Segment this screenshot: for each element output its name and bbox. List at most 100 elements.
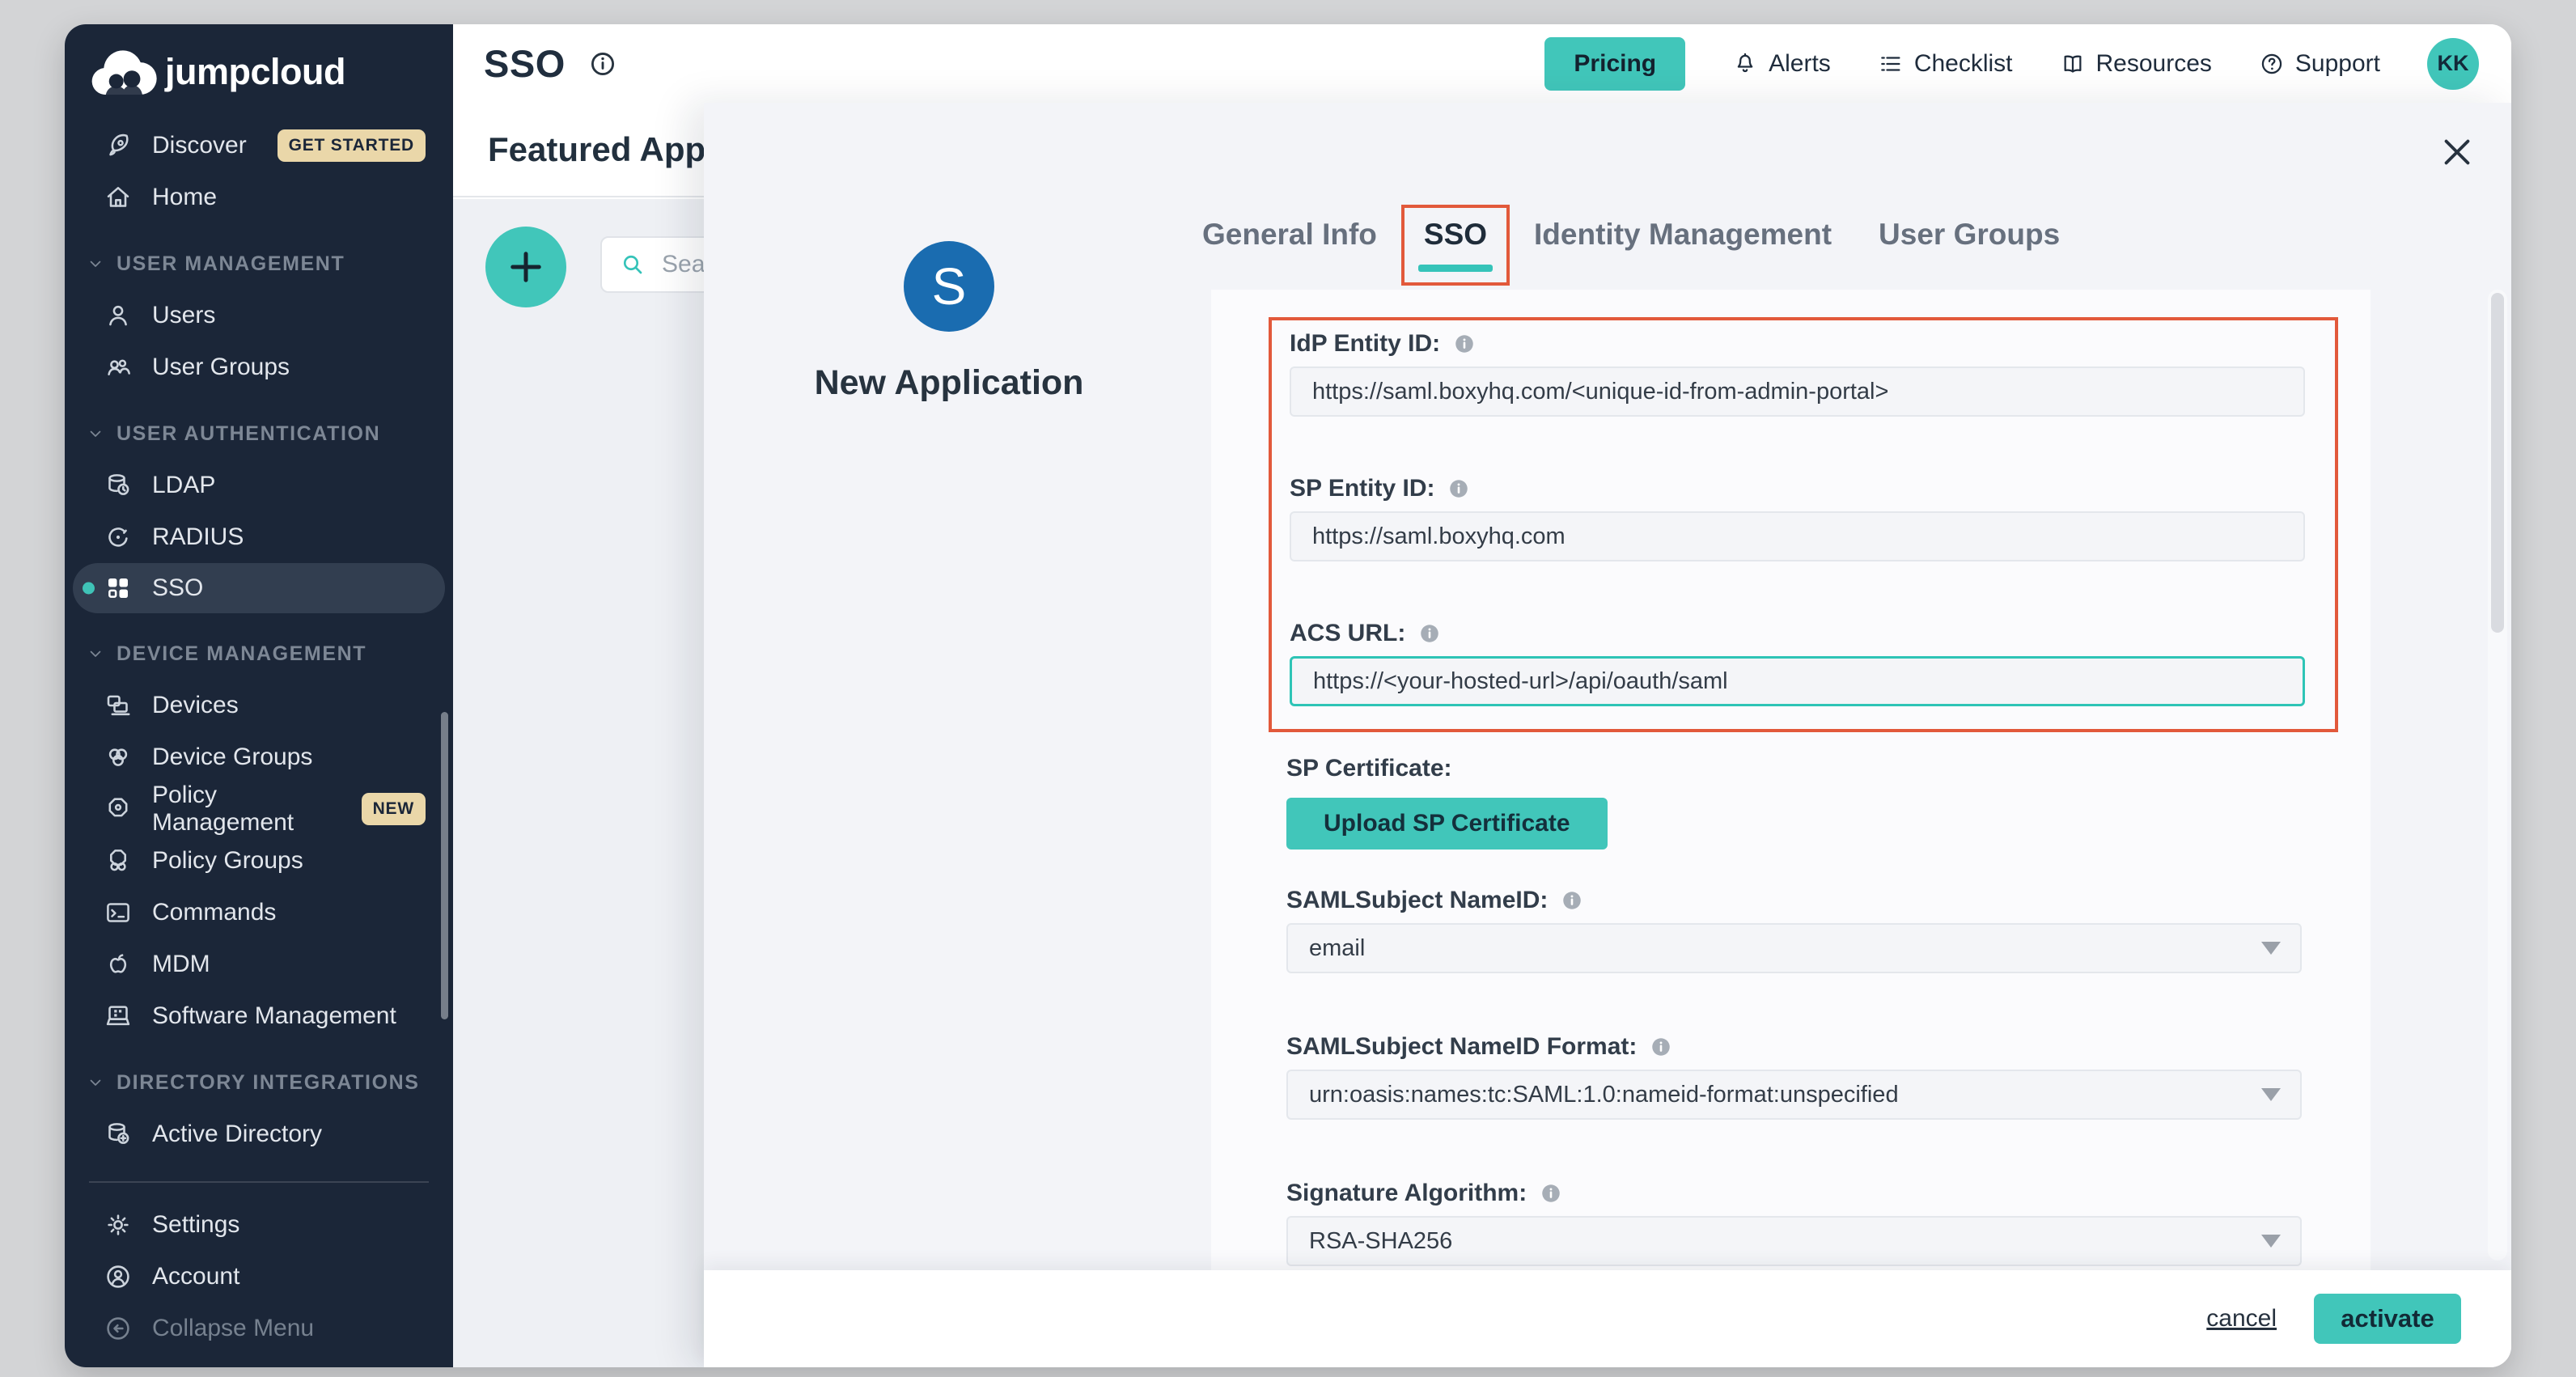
topbar-item-label: Alerts <box>1769 50 1831 78</box>
add-application-button[interactable] <box>485 227 566 307</box>
sidebar-item-label: Users <box>152 302 215 329</box>
policy-groups-icon <box>104 846 133 875</box>
sidebar-section-header-directory-integrations[interactable]: DIRECTORY INTEGRATIONS <box>65 1057 453 1108</box>
sidebar-item-policy-management[interactable]: Policy ManagementNEW <box>65 783 453 835</box>
sidebar-section-header-user-authentication[interactable]: USER AUTHENTICATION <box>65 408 453 460</box>
bell-icon <box>1732 51 1758 77</box>
logo[interactable]: jumpcloud <box>65 24 453 120</box>
topbar-item-checklist[interactable]: Checklist <box>1878 50 2013 78</box>
sidebar-item-account[interactable]: Account <box>65 1251 453 1303</box>
sidebar-item-commands[interactable]: Commands <box>65 887 453 938</box>
annotation-highlight-group: IdP Entity ID: https://saml.boxyhq.com/<u… <box>1269 317 2338 732</box>
sidebar-item-policy-groups[interactable]: Policy Groups <box>65 835 453 887</box>
sidebar-item-settings[interactable]: Settings <box>65 1199 453 1251</box>
sidebar-item-label: Devices <box>152 692 239 719</box>
field-acs-url-input[interactable]: https://<your-hosted-url>/api/oauth/saml <box>1290 656 2305 706</box>
radius-icon <box>104 523 133 552</box>
sidebar-item-discover[interactable]: DiscoverGET STARTED <box>65 120 453 172</box>
field-label: IdP Entity ID: <box>1290 328 1440 359</box>
modal-scrollbar-thumb[interactable] <box>2491 293 2504 633</box>
pricing-button[interactable]: Pricing <box>1544 37 1685 91</box>
commands-icon <box>104 898 133 927</box>
topbar-item-label: Checklist <box>1914 50 2013 78</box>
apple-icon <box>104 950 133 979</box>
sidebar-item-mdm[interactable]: MDM <box>65 938 453 990</box>
device-groups-icon <box>104 743 133 772</box>
input-value: https://saml.boxyhq.com <box>1312 523 1566 550</box>
field-label: SP Certificate: <box>1286 753 1452 784</box>
page: jumpcloud DiscoverGET STARTEDHome USER MA… <box>0 0 2576 1377</box>
upload-sp-certificate-button[interactable]: Upload SP Certificate <box>1286 798 1608 850</box>
sidebar-item-users[interactable]: Users <box>65 290 453 341</box>
field-label: SAMLSubject NameID: <box>1286 885 1548 916</box>
modal-scrollbar[interactable] <box>2488 290 2507 1260</box>
sidebar-item-label: SSO <box>152 574 203 602</box>
sidebar-item-ldap[interactable]: LDAP <box>65 460 453 511</box>
chevron-down-icon <box>86 1073 105 1092</box>
field-label: Signature Algorithm: <box>1286 1178 1527 1209</box>
user-icon <box>104 301 133 330</box>
sidebar-item-radius[interactable]: RADIUS <box>65 511 453 563</box>
tab-user-groups[interactable]: User Groups <box>1879 218 2060 260</box>
field-sp-certificate-label-row: SP Certificate: <box>1286 753 2302 784</box>
input-value: https://<your-hosted-url>/api/oauth/saml <box>1313 668 1728 695</box>
sidebar-section-header-label: USER AUTHENTICATION <box>117 422 380 446</box>
sidebar-item-device-groups[interactable]: Device Groups <box>65 731 453 783</box>
sidebar-item-label: Discover <box>152 132 247 159</box>
sidebar-item-active-directory[interactable]: Active Directory <box>65 1108 453 1160</box>
field-sp-entity-id-input[interactable]: https://saml.boxyhq.com <box>1290 511 2305 561</box>
chevron-down-icon <box>86 254 105 273</box>
devices-icon <box>104 691 133 720</box>
jumpcloud-cloud-logo-icon <box>89 45 159 99</box>
field-label: ACS URL: <box>1290 618 1405 649</box>
application-avatar: S <box>904 241 994 332</box>
sidebar-section-header-user-management[interactable]: USER MANAGEMENT <box>65 238 453 290</box>
info-filled-icon <box>1452 332 1477 356</box>
sidebar-item-label: Device Groups <box>152 744 312 771</box>
sidebar-badge: NEW <box>362 793 426 825</box>
sidebar-item-sso[interactable]: SSO <box>73 563 445 613</box>
sidebar-nav: DiscoverGET STARTEDHome USER MANAGEMENT Us… <box>65 120 453 1354</box>
field-signature-algorithm-select[interactable]: RSA-SHA256 <box>1286 1216 2302 1266</box>
ldap-database-icon <box>104 471 133 500</box>
field-samlsubject-nameid: SAMLSubject NameID: email <box>1286 885 2302 973</box>
field-sp-certificate: SP Certificate: Upload SP Certificate <box>1286 753 2302 850</box>
sidebar-section-header-label: DEVICE MANAGEMENT <box>117 642 366 666</box>
activate-button[interactable]: activate <box>2314 1294 2461 1344</box>
topbar-item-alerts[interactable]: Alerts <box>1732 50 1831 78</box>
tab-sso[interactable]: SSO <box>1424 218 1487 260</box>
sidebar-item-software-management[interactable]: Software Management <box>65 990 453 1042</box>
question-icon <box>2259 51 2285 77</box>
info-filled-icon <box>1447 477 1471 501</box>
sidebar-item-collapse-menu[interactable]: Collapse Menu <box>65 1303 453 1354</box>
field-idp-entity-id-input[interactable]: https://saml.boxyhq.com/<unique-id-from-… <box>1290 366 2305 417</box>
field-samlsubject-nameid-label-row: SAMLSubject NameID: <box>1286 885 2302 916</box>
sidebar-scrollbar[interactable] <box>441 712 448 1019</box>
sidebar-item-label: User Groups <box>152 354 290 381</box>
field-samlsubject-nameid-select[interactable]: email <box>1286 923 2302 973</box>
sidebar-item-home[interactable]: Home <box>65 172 453 223</box>
topbar-item-support[interactable]: Support <box>2259 50 2380 78</box>
sidebar-item-label: Account <box>152 1263 239 1290</box>
info-icon[interactable] <box>588 49 617 78</box>
tab-general-info[interactable]: General Info <box>1202 218 1377 260</box>
sidebar-item-label: Settings <box>152 1211 239 1239</box>
avatar[interactable]: KK <box>2427 38 2479 90</box>
sidebar-item-user-groups[interactable]: User Groups <box>65 341 453 393</box>
info-filled-icon <box>1560 888 1584 913</box>
topbar-item-resources[interactable]: Resources <box>2060 50 2212 78</box>
field-sp-entity-id: SP Entity ID:https://saml.boxyhq.com <box>1290 473 2305 561</box>
search-icon <box>620 252 646 278</box>
info-filled-icon <box>1539 1181 1563 1205</box>
sidebar-section-header-device-management[interactable]: DEVICE MANAGEMENT <box>65 628 453 680</box>
caret-down-icon <box>2261 1235 2281 1248</box>
sidebar-item-devices[interactable]: Devices <box>65 680 453 731</box>
field-signature-algorithm: Signature Algorithm: RSA-SHA256 <box>1286 1178 2302 1266</box>
close-icon[interactable] <box>2438 133 2476 171</box>
field-samlsubject-nameid-format-select[interactable]: urn:oasis:names:tc:SAML:1.0:nameid-forma… <box>1286 1070 2302 1120</box>
sidebar-item-label: Active Directory <box>152 1121 322 1148</box>
tab-identity-management[interactable]: Identity Management <box>1534 218 1832 260</box>
sidebar-item-label: Policy Groups <box>152 847 303 875</box>
cancel-button[interactable]: cancel <box>2206 1305 2277 1333</box>
chevron-down-icon <box>86 644 105 663</box>
